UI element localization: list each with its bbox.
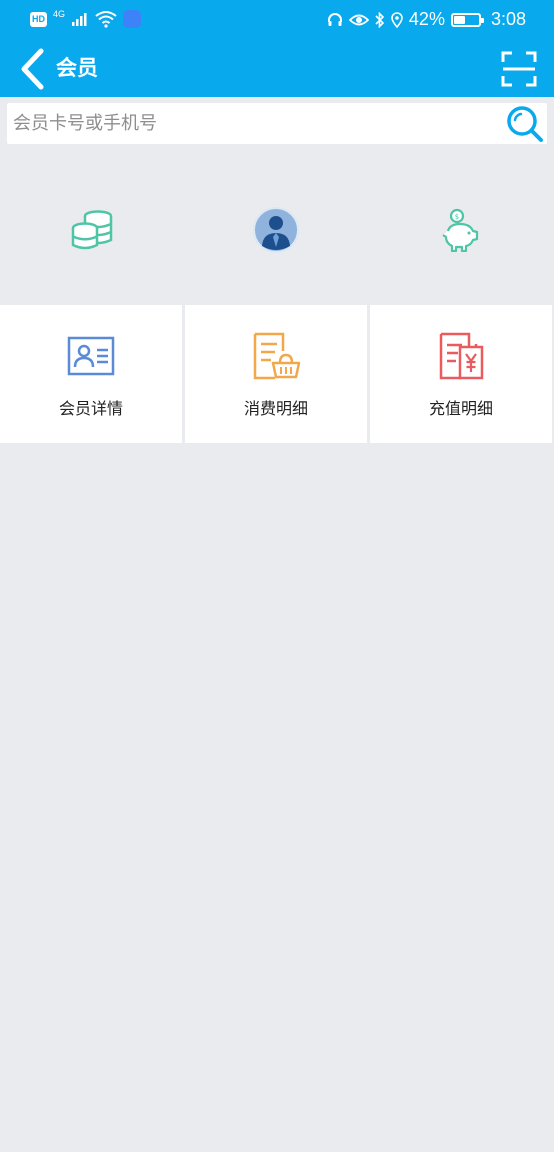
status-right: 42% 3:08 xyxy=(327,9,526,30)
function-grid: 会员详情 消费明细 充值明细 xyxy=(0,305,554,443)
search-icon xyxy=(507,106,543,142)
clock: 3:08 xyxy=(490,9,526,29)
page-title: 会员 xyxy=(56,56,98,80)
member-card-icon xyxy=(67,336,115,376)
wifi-icon xyxy=(95,11,117,28)
eye-icon xyxy=(348,14,369,25)
battery-percent: 42% xyxy=(408,9,445,29)
back-button[interactable] xyxy=(14,46,50,92)
search-button[interactable] xyxy=(506,105,544,143)
hd-badge: HD xyxy=(30,11,47,27)
chevron-left-icon xyxy=(21,48,44,90)
recharge-detail-icon xyxy=(439,332,484,380)
network-type: 4G xyxy=(53,9,66,19)
location-icon xyxy=(391,11,403,28)
bluetooth-icon xyxy=(375,11,385,28)
member-avatar-icon xyxy=(253,207,299,253)
tile-recharge-detail-label: 充值明细 xyxy=(428,399,493,418)
tile-consumption-detail-label: 消费明细 xyxy=(243,399,308,418)
scan-icon xyxy=(501,51,537,87)
tile-member-detail[interactable]: 会员详情 xyxy=(0,305,182,443)
stats-row: $ xyxy=(0,200,554,260)
stat-savings[interactable]: $ xyxy=(430,200,490,260)
nav-bar: 会员 xyxy=(0,40,554,97)
signal-icon xyxy=(72,13,87,26)
coins-stack-icon xyxy=(71,210,113,250)
battery-icon xyxy=(450,12,484,27)
battery-fill xyxy=(453,15,465,24)
app-notification-icon xyxy=(123,10,142,28)
piggy-bank-icon: $ xyxy=(442,208,479,252)
search-input[interactable] xyxy=(13,103,503,144)
tile-recharge-detail[interactable]: 充值明细 xyxy=(370,305,552,443)
tile-consumption-detail[interactable]: 消费明细 xyxy=(185,305,367,443)
headset-icon xyxy=(327,12,342,26)
search-bar xyxy=(7,103,547,144)
tile-member-detail-label: 会员详情 xyxy=(58,399,123,418)
scan-button[interactable] xyxy=(500,50,538,88)
status-bar: HD 4G 42% 3:08 xyxy=(0,0,554,40)
stat-member[interactable] xyxy=(246,200,306,260)
stat-balance[interactable] xyxy=(62,200,122,260)
svg-text:$: $ xyxy=(455,213,459,221)
consumption-detail-icon xyxy=(253,332,301,380)
status-left: HD 4G xyxy=(30,9,142,28)
